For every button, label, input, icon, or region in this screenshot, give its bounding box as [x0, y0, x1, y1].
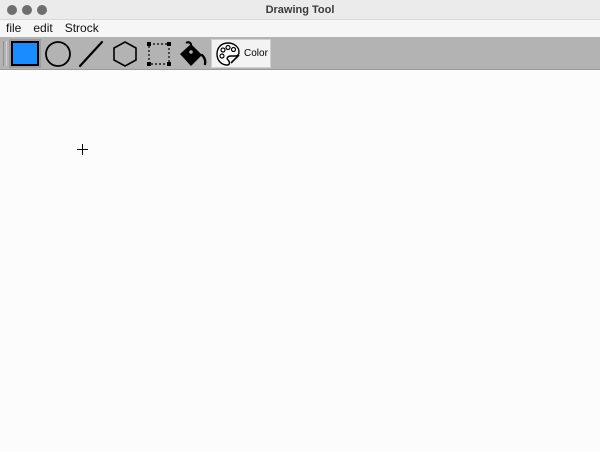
toolbar-grip-handle[interactable] — [3, 41, 7, 66]
paint-bucket-tool-button[interactable] — [176, 39, 208, 68]
line-tool-button[interactable] — [75, 39, 107, 68]
rectangle-icon — [11, 41, 39, 66]
menu-file[interactable]: file — [0, 20, 27, 37]
paint-bucket-icon — [180, 40, 207, 66]
rectangle-tool-button[interactable] — [9, 39, 41, 68]
menu-edit[interactable]: edit — [27, 20, 58, 37]
window-title: Drawing Tool — [265, 4, 335, 16]
menu-strock[interactable]: Strock — [59, 20, 105, 37]
ellipse-tool-button[interactable] — [42, 39, 74, 68]
ellipse-icon — [45, 40, 71, 67]
title-bar: Drawing Tool — [0, 0, 600, 20]
selection-icon — [147, 41, 171, 66]
color-picker-button[interactable]: Color — [211, 39, 271, 68]
menu-bar: file edit Strock — [0, 20, 600, 37]
app-window: Drawing Tool file edit Strock Color — [0, 0, 600, 452]
drawing-canvas[interactable] — [0, 70, 600, 452]
polygon-tool-button[interactable] — [109, 39, 141, 68]
line-icon — [78, 40, 104, 67]
color-button-label: Color — [244, 48, 268, 59]
selection-tool-button[interactable] — [143, 39, 175, 68]
crosshair-cursor-icon — [77, 144, 88, 155]
polygon-icon — [113, 40, 137, 67]
palette-icon — [216, 41, 240, 66]
tool-bar: Color — [0, 37, 600, 70]
